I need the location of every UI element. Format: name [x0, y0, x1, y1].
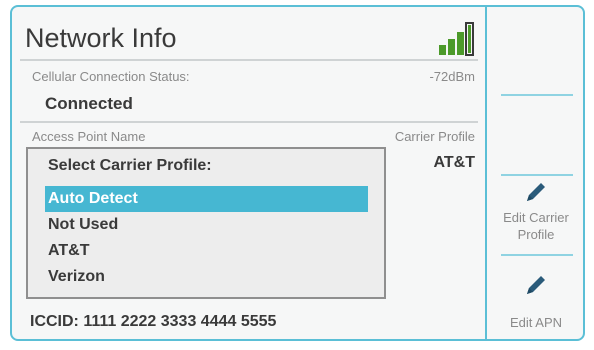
pencil-icon — [527, 276, 545, 294]
edit-carrier-label-line2: Profile — [517, 227, 555, 242]
cellular-status-value: Connected — [45, 94, 133, 113]
iccid-text: ICCID: 1111 2222 3333 4444 5555 — [30, 313, 277, 330]
sidebar-divider — [501, 94, 573, 96]
signal-bars-icon — [439, 22, 474, 56]
sidebar: Edit Carrier Profile Edit APN — [485, 7, 585, 339]
page-title: Network Info — [25, 23, 177, 53]
cellular-status-label: Cellular Connection Status: — [32, 69, 190, 84]
divider — [20, 59, 478, 61]
divider — [20, 121, 478, 123]
carrier-profile-selector: Select Carrier Profile: Auto Detect Not … — [26, 147, 386, 299]
edit-carrier-profile-button[interactable]: Edit Carrier Profile — [487, 179, 585, 243]
carrier-profile-label: Carrier Profile — [394, 129, 475, 144]
sidebar-divider — [501, 174, 573, 176]
signal-strength-value: -72dBm — [429, 69, 475, 84]
edit-apn-button[interactable]: Edit APN — [487, 272, 585, 331]
option-not-used[interactable]: Not Used — [45, 212, 368, 238]
carrier-profile-value: AT&T — [433, 154, 475, 171]
edit-apn-label: Edit APN — [509, 315, 563, 330]
network-info-screen: Network Info Cellular Connection Status:… — [10, 5, 585, 341]
pencil-icon — [527, 183, 545, 201]
access-point-label: Access Point Name — [32, 129, 146, 144]
main-panel: Network Info Cellular Connection Status:… — [12, 7, 485, 339]
option-verizon[interactable]: Verizon — [45, 264, 368, 290]
sidebar-divider — [501, 254, 573, 256]
option-att[interactable]: AT&T — [45, 238, 368, 264]
option-auto-detect[interactable]: Auto Detect — [45, 186, 368, 212]
edit-carrier-label-line1: Edit Carrier — [503, 210, 569, 225]
selector-title: Select Carrier Profile: — [48, 157, 212, 174]
